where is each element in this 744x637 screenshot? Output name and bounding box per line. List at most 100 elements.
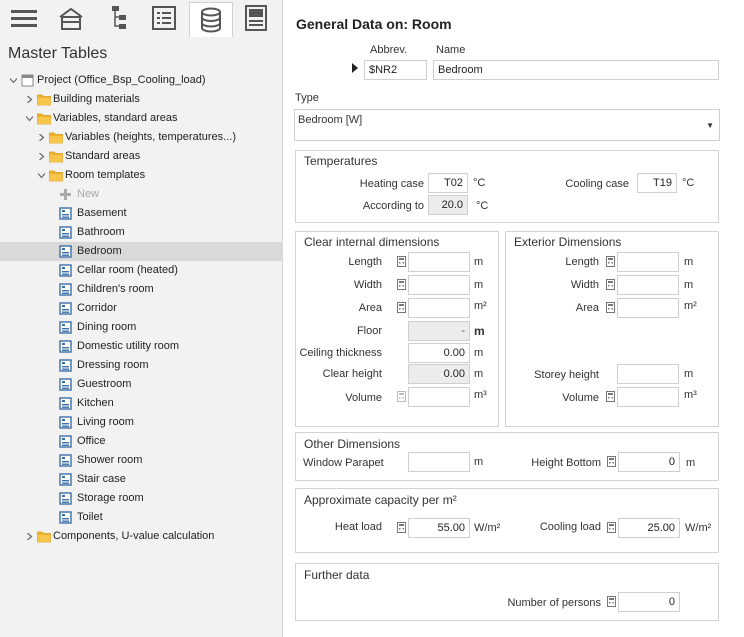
further-data-title: Further data bbox=[304, 568, 370, 582]
exterior-length-field[interactable] bbox=[617, 252, 679, 272]
room-icon bbox=[59, 340, 72, 353]
internal-width-unit: m bbox=[474, 279, 484, 291]
chevron-right-icon[interactable] bbox=[38, 134, 45, 141]
calculator-icon[interactable] bbox=[397, 279, 406, 290]
tree-item[interactable]: Kitchen bbox=[0, 394, 283, 413]
calculator-icon[interactable] bbox=[607, 596, 616, 607]
capacity-group: Approximate capacity per m² Heat load 55… bbox=[295, 488, 719, 553]
tree-item[interactable]: Guestroom bbox=[0, 375, 283, 394]
room-icon bbox=[59, 321, 72, 334]
tree-item[interactable]: Components, U-value calculation bbox=[0, 527, 283, 546]
tree-item-label: New bbox=[77, 188, 100, 200]
tree-item[interactable]: Corridor bbox=[0, 299, 283, 318]
chevron-down-icon[interactable] bbox=[10, 77, 17, 84]
tree-item[interactable]: Basement bbox=[0, 204, 283, 223]
tree-item[interactable]: Variables (heights, temperatures...) bbox=[0, 128, 283, 147]
tree-item[interactable]: Cellar room (heated) bbox=[0, 261, 283, 280]
calculator-icon[interactable] bbox=[397, 256, 406, 267]
calculator-icon[interactable] bbox=[607, 456, 616, 467]
ceiling-thickness-field[interactable]: 0.00 bbox=[408, 343, 470, 363]
exterior-volume-field[interactable] bbox=[617, 387, 679, 407]
tree-item[interactable]: Domestic utility room bbox=[0, 337, 283, 356]
internal-volume-field[interactable] bbox=[408, 387, 470, 407]
chevron-down-icon[interactable] bbox=[38, 172, 45, 179]
chevron-down-icon[interactable] bbox=[26, 115, 33, 122]
heat-load-field[interactable]: 55.00 bbox=[408, 518, 470, 538]
exterior-width-field[interactable] bbox=[617, 275, 679, 295]
name-field[interactable]: Bedroom bbox=[433, 60, 719, 80]
calculator-icon[interactable] bbox=[606, 391, 615, 402]
hierarchy-button[interactable] bbox=[99, 2, 135, 34]
storey-height-field[interactable] bbox=[617, 364, 679, 384]
room-icon bbox=[59, 226, 72, 239]
temperatures-group: Temperatures Heating case T02 °C Accordi… bbox=[295, 150, 719, 223]
building-button[interactable] bbox=[53, 2, 89, 34]
tree-item[interactable]: Shower room bbox=[0, 451, 283, 470]
ceiling-thickness-label: Ceiling thickness bbox=[299, 347, 382, 359]
tree-item[interactable]: Children's room bbox=[0, 280, 283, 299]
tree-item-label: Variables, standard areas bbox=[53, 112, 178, 124]
tree-item[interactable]: Living room bbox=[0, 413, 283, 432]
calculator-icon[interactable] bbox=[606, 256, 615, 267]
tree-item[interactable]: Project (Office_Bsp_Cooling_load) bbox=[0, 71, 283, 90]
type-select[interactable]: Bedroom [W] ▼ bbox=[294, 109, 720, 141]
calculator-icon[interactable] bbox=[607, 522, 616, 533]
height-bottom-field[interactable]: 0 bbox=[618, 452, 680, 472]
tree-item-label: Basement bbox=[77, 207, 127, 219]
chevron-right-icon[interactable] bbox=[38, 153, 45, 160]
calculator-icon[interactable] bbox=[397, 522, 406, 533]
tree-item[interactable]: Office bbox=[0, 432, 283, 451]
window-parapet-field[interactable] bbox=[408, 452, 470, 472]
tree-item[interactable]: Variables, standard areas bbox=[0, 109, 283, 128]
exterior-length-label: Length bbox=[565, 256, 599, 268]
tree-item[interactable]: Dining room bbox=[0, 318, 283, 337]
tree-item-label: Standard areas bbox=[65, 150, 141, 162]
exterior-volume-unit: m³ bbox=[684, 389, 697, 401]
tree-item[interactable]: Toilet bbox=[0, 508, 283, 527]
tree-item-label: Office bbox=[77, 435, 106, 447]
list-button[interactable] bbox=[146, 2, 182, 34]
calculator-icon[interactable] bbox=[606, 279, 615, 290]
tree-item[interactable]: Stair case bbox=[0, 470, 283, 489]
dropdown-arrow-icon: ▼ bbox=[706, 121, 714, 130]
folder-icon bbox=[49, 170, 63, 182]
settings-panel-button[interactable] bbox=[238, 2, 274, 34]
tree-item-label: Cellar room (heated) bbox=[77, 264, 178, 276]
cooling-case-field[interactable]: T19 bbox=[637, 173, 677, 193]
internal-length-field[interactable] bbox=[408, 252, 470, 272]
abbrev-field[interactable]: $NR2 bbox=[364, 60, 427, 80]
clear-internal-dimensions-group: Clear internal dimensions Length m Width… bbox=[295, 231, 499, 427]
room-icon bbox=[59, 473, 72, 486]
exterior-area-field[interactable] bbox=[617, 298, 679, 318]
tree-item[interactable]: Standard areas bbox=[0, 147, 283, 166]
database-button[interactable] bbox=[189, 2, 233, 37]
heating-case-field[interactable]: T02 bbox=[428, 173, 468, 193]
tree-item[interactable]: Room templates bbox=[0, 166, 283, 185]
tree-item[interactable]: Dressing room bbox=[0, 356, 283, 375]
tree-item-label: Stair case bbox=[77, 473, 126, 485]
type-select-value: Bedroom [W] bbox=[298, 114, 363, 126]
tree-item-label: Kitchen bbox=[77, 397, 114, 409]
height-bottom-unit: m bbox=[686, 457, 696, 469]
cooling-load-field[interactable]: 25.00 bbox=[618, 518, 680, 538]
number-of-persons-field[interactable]: 0 bbox=[618, 592, 680, 612]
tree-item[interactable]: Bedroom bbox=[0, 242, 283, 261]
room-icon bbox=[59, 492, 72, 505]
internal-width-field[interactable] bbox=[408, 275, 470, 295]
chevron-right-icon[interactable] bbox=[26, 533, 33, 540]
menu-button[interactable] bbox=[6, 2, 42, 34]
number-of-persons-label: Number of persons bbox=[507, 597, 601, 609]
tree-item[interactable]: Storage room bbox=[0, 489, 283, 508]
floor-field: - bbox=[408, 321, 470, 341]
calculator-icon[interactable] bbox=[397, 302, 406, 313]
tree-item-label: Dressing room bbox=[77, 359, 149, 371]
chevron-right-icon[interactable] bbox=[26, 96, 33, 103]
internal-area-field[interactable] bbox=[408, 298, 470, 318]
clear-height-field: 0.00 bbox=[408, 364, 470, 384]
further-data-group: Further data Number of persons 0 bbox=[295, 563, 719, 621]
tree-item[interactable]: Building materials bbox=[0, 90, 283, 109]
tree-item[interactable]: Bathroom bbox=[0, 223, 283, 242]
toolbar bbox=[0, 0, 283, 37]
calculator-icon[interactable] bbox=[606, 302, 615, 313]
tree-item-label: Room templates bbox=[65, 169, 146, 181]
